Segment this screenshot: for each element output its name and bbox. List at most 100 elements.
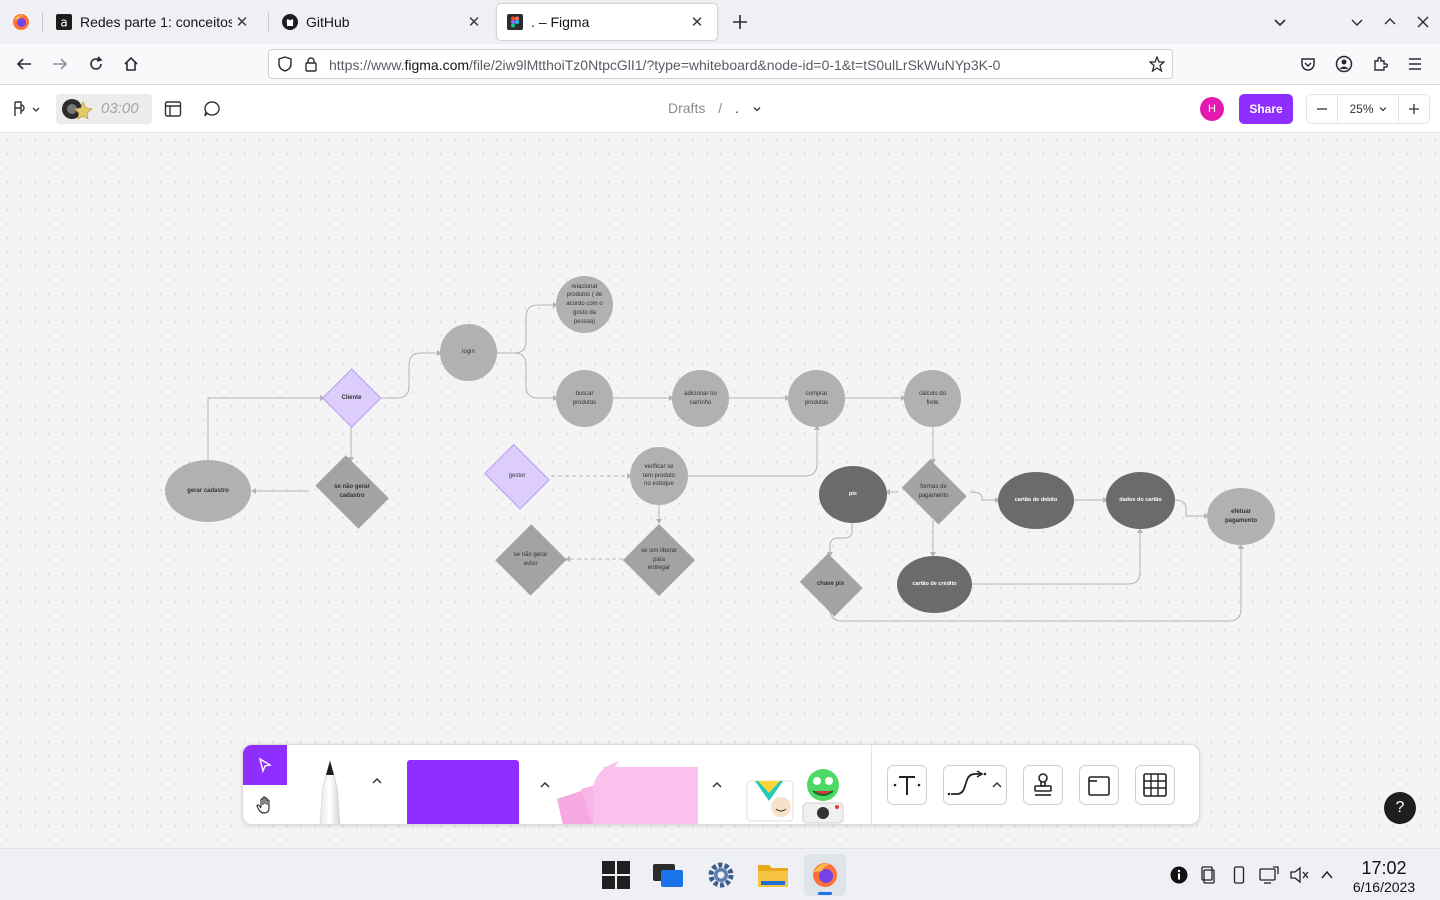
network-tray-icon[interactable]: [1259, 865, 1279, 885]
layout-panel-button[interactable]: [161, 97, 185, 121]
timer-value: 03:00: [101, 100, 139, 117]
shape-tool[interactable]: [407, 760, 519, 824]
settings-button[interactable]: [705, 859, 737, 891]
task-view-icon: [653, 864, 683, 887]
node-cartao-credito[interactable]: cartão de crédito: [897, 556, 972, 613]
maximize-window-button[interactable]: [1378, 10, 1402, 34]
url-bar[interactable]: https://www.figma.com/file/2iw9lMtthoiTz…: [268, 49, 1173, 79]
app-menu-button[interactable]: [1403, 52, 1427, 76]
home-button[interactable]: [119, 52, 143, 76]
node-dados-cartao[interactable]: dados do cartão: [1106, 472, 1175, 529]
node-login[interactable]: login: [440, 324, 497, 381]
node-verificar-estoque[interactable]: verificar se tem produto no estoque: [630, 447, 688, 505]
sticky-note-tool[interactable]: [553, 759, 703, 824]
section-tool[interactable]: [1079, 765, 1119, 805]
node-efetuar-pagamento[interactable]: efetuar pagamento: [1207, 488, 1275, 545]
move-tool[interactable]: [243, 745, 287, 785]
file-explorer-button[interactable]: [757, 859, 789, 891]
node-label: dados do cartão: [1119, 496, 1162, 503]
extensions-button[interactable]: [1368, 52, 1392, 76]
hand-tool[interactable]: [243, 785, 287, 824]
node-adicionar-carrinho[interactable]: adicionar no carrinho: [672, 370, 729, 427]
node-cliente[interactable]: Cliente: [323, 370, 380, 426]
zoom-in-button[interactable]: [1399, 95, 1429, 123]
whiteboard-canvas[interactable]: Cliente gerar cadastro se não gerar cada…: [0, 133, 1440, 848]
timer-widget[interactable]: 03:00: [56, 94, 152, 124]
node-buscar-produtos[interactable]: buscar produtos: [556, 370, 613, 427]
share-button[interactable]: Share: [1239, 94, 1293, 124]
phone-tray-icon[interactable]: [1229, 865, 1249, 885]
hamburger-menu-icon: [1409, 58, 1421, 70]
sticker-pack-icon: [746, 769, 844, 824]
table-tool[interactable]: [1135, 765, 1175, 805]
tab-redes[interactable]: a Redes parte 1: conceitos e ✕: [46, 4, 262, 40]
tab-github[interactable]: GitHub ✕: [272, 4, 494, 40]
pocket-button[interactable]: [1296, 52, 1320, 76]
breadcrumb-drafts[interactable]: Drafts: [668, 100, 705, 116]
firefox-view-button[interactable]: [0, 0, 42, 44]
info-tray-icon[interactable]: [1169, 865, 1189, 885]
node-pix[interactable]: pix: [819, 466, 887, 523]
back-button[interactable]: [12, 52, 36, 76]
pencil-tool[interactable]: [305, 757, 355, 824]
breadcrumb-file-name[interactable]: .: [735, 100, 739, 116]
node-comprar-produtos[interactable]: comprar produtos: [788, 370, 845, 427]
node-chave-pix[interactable]: chave pix: [796, 556, 865, 613]
help-button[interactable]: ?: [1384, 792, 1416, 824]
bookmark-star-icon[interactable]: [1148, 55, 1166, 77]
node-label: se sim liberar para entregar: [641, 547, 677, 572]
avatar[interactable]: H: [1200, 97, 1224, 121]
node-se-sim-liberar[interactable]: se sim liberar para entregar: [623, 524, 695, 596]
url-path: /file/2iw9lMtthoiTz0NtpcGlI1/?type=white…: [469, 57, 1001, 73]
start-button[interactable]: [600, 859, 632, 891]
forward-button[interactable]: [48, 52, 72, 76]
volume-muted-icon[interactable]: [1289, 865, 1309, 885]
text-tool[interactable]: [887, 765, 927, 805]
lock-icon[interactable]: [303, 56, 319, 77]
arrow-right-icon: [53, 58, 68, 70]
node-cartao-debito[interactable]: cartão de debito: [998, 472, 1074, 529]
zoom-control: 25%: [1306, 94, 1430, 124]
stickers-tool[interactable]: [743, 763, 849, 824]
account-button[interactable]: [1332, 52, 1356, 76]
dock-divider: [871, 745, 872, 824]
list-tabs-button[interactable]: [1268, 10, 1292, 34]
clock-date[interactable]: 6/16/2023: [1344, 879, 1424, 895]
reload-button[interactable]: [84, 52, 108, 76]
tab-figma[interactable]: . – Figma ✕: [497, 4, 717, 40]
node-se-nao-gerar-aviso[interactable]: se não gerar aviso: [495, 524, 566, 596]
close-tab-icon[interactable]: ✕: [232, 12, 252, 32]
connector-tool[interactable]: [943, 765, 1007, 805]
node-gestor[interactable]: gestor: [482, 448, 552, 505]
chevron-down-icon[interactable]: [752, 104, 762, 114]
node-label: pix: [849, 490, 857, 497]
close-window-button[interactable]: [1411, 10, 1435, 34]
main-menu-button[interactable]: [10, 97, 42, 121]
breadcrumb-separator: /: [718, 100, 723, 116]
tray-overflow-button[interactable]: [1317, 865, 1337, 885]
zoom-out-button[interactable]: [1307, 95, 1337, 123]
plus-icon: [1409, 104, 1419, 114]
task-view-button[interactable]: [652, 859, 684, 891]
comment-button[interactable]: [200, 97, 224, 121]
node-gerar-cadastro[interactable]: gerar cadastro: [165, 460, 251, 522]
clock-time[interactable]: 17:02: [1344, 858, 1424, 879]
node-label: cartão de crédito: [912, 580, 957, 587]
clipboard-tray-icon[interactable]: [1199, 865, 1219, 885]
stamp-tool[interactable]: [1023, 765, 1063, 805]
firefox-taskbar-button[interactable]: [804, 854, 846, 896]
node-se-nao-gerar-cadastro[interactable]: se não gerar cadastro: [309, 461, 395, 522]
new-tab-button[interactable]: [728, 10, 752, 34]
sticky-options-button[interactable]: [705, 773, 729, 797]
tracking-shield-icon[interactable]: [277, 56, 293, 77]
minimize-window-button[interactable]: [1345, 10, 1369, 34]
close-tab-icon[interactable]: ✕: [464, 12, 484, 32]
node-calculo-frete[interactable]: cálculo do frete: [904, 370, 961, 427]
node-relacionar-produtos[interactable]: relacionar produtos ( de acordo com o go…: [556, 276, 613, 333]
close-tab-icon[interactable]: ✕: [687, 12, 707, 32]
pen-options-button[interactable]: [369, 773, 393, 797]
node-label: verificar se tem produto no estoque: [642, 463, 676, 488]
chevron-up-icon: [712, 781, 722, 788]
zoom-level-dropdown[interactable]: 25%: [1337, 95, 1399, 123]
node-formas-pagamento[interactable]: formas de pagamento: [897, 463, 970, 520]
